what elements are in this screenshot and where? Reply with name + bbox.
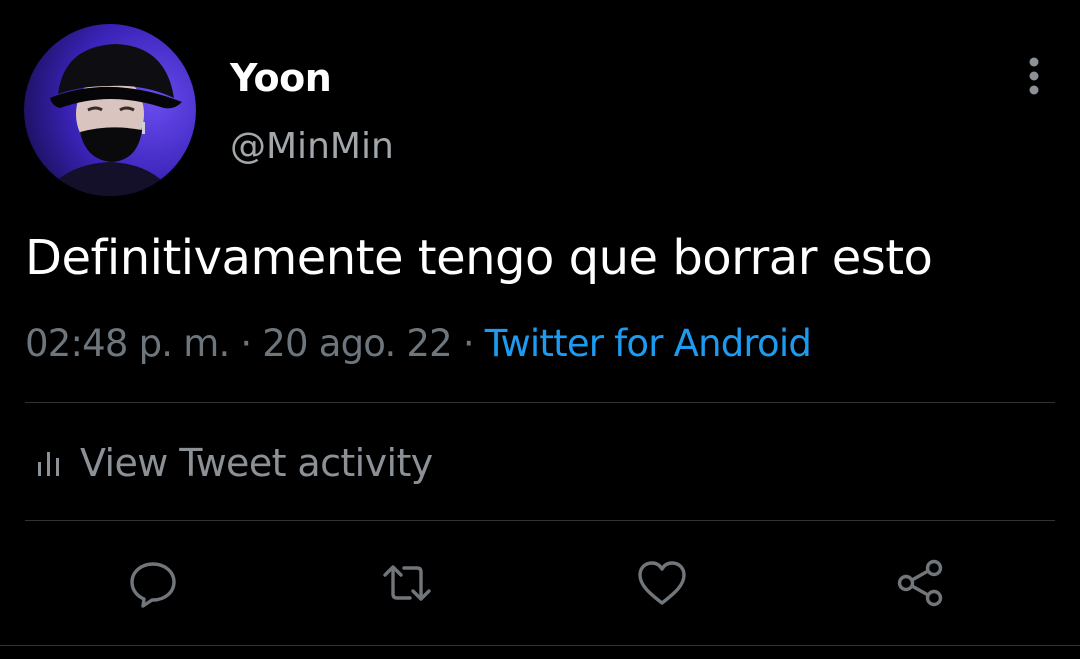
profile-photo [24, 24, 196, 196]
tweet-text: Definitivamente tengo que borrar esto [25, 230, 933, 286]
avatar[interactable] [24, 24, 196, 196]
share-icon [897, 559, 943, 607]
user-handle[interactable]: @MinMin [230, 126, 394, 167]
tweet-source-link[interactable]: Twitter for Android [485, 322, 812, 365]
tweet-date: 20 ago. 22 [262, 322, 452, 365]
more-vertical-icon [1029, 57, 1039, 95]
reply-icon [130, 562, 176, 608]
bar-chart-icon [38, 452, 59, 476]
view-tweet-activity-label: View Tweet activity [80, 441, 433, 485]
tweet-time: 02:48 p. m. [25, 322, 230, 365]
tweet-meta: 02:48 p. m. · 20 ago. 22 · Twitter for A… [25, 322, 812, 365]
reply-button[interactable] [126, 556, 180, 610]
divider [25, 402, 1055, 403]
retweet-icon [383, 565, 431, 601]
heart-icon [638, 561, 686, 605]
view-tweet-activity-button[interactable]: View Tweet activity [36, 438, 433, 488]
divider [25, 520, 1055, 521]
divider [0, 645, 1080, 646]
share-button[interactable] [893, 556, 947, 610]
retweet-button[interactable] [380, 556, 434, 610]
more-options-button[interactable] [1016, 54, 1052, 100]
meta-separator: · [229, 322, 263, 365]
meta-separator: · [451, 322, 485, 365]
display-name[interactable]: Yoon [230, 56, 332, 100]
like-button[interactable] [635, 556, 689, 610]
